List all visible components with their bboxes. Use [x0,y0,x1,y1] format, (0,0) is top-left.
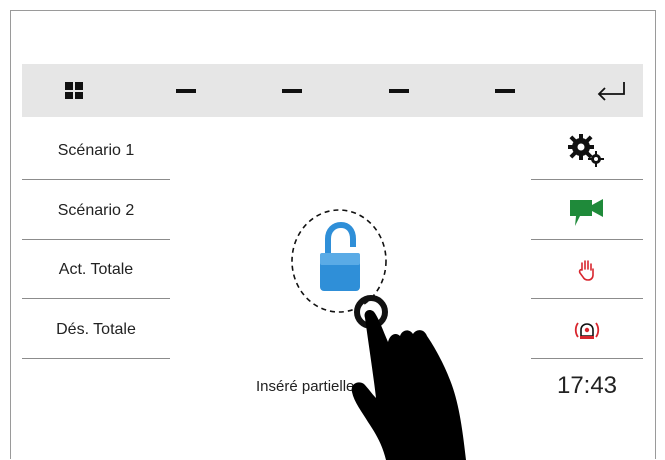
gears-icon [568,133,604,167]
alarm-siren-icon [574,321,600,339]
pointing-hand-icon [351,295,466,460]
clock: 17:43 [556,372,618,399]
menu-item-label: Act. Totale [58,260,134,278]
video-camera-icon [570,198,603,226]
top-toolbar [22,64,643,117]
dash-icon [389,88,409,93]
alarm-button[interactable] [531,301,643,359]
dash-icon [282,88,302,93]
back-button[interactable] [582,64,642,117]
hand-stop-icon [578,259,594,281]
menu-item-label: Scénario 1 [57,141,135,159]
menu-item-scenario-2[interactable]: Scénario 2 [22,182,170,240]
dash-icon [176,88,196,93]
return-arrow-icon [597,81,625,101]
toolbar-slot-3[interactable] [369,64,429,117]
settings-button[interactable] [531,122,643,180]
menu-item-act-totale[interactable]: Act. Totale [22,241,170,299]
menu-item-label: Scénario 2 [57,201,135,219]
dash-icon [495,88,515,93]
menu-item-scenario-1[interactable]: Scénario 1 [22,122,170,180]
stop-button[interactable] [531,241,643,299]
menu-item-label: Dés. Totale [56,320,136,338]
toolbar-slot-1[interactable] [156,64,216,117]
grid-icon [65,82,83,99]
toolbar-slot-4[interactable] [475,64,535,117]
toolbar-slot-2[interactable] [262,64,322,117]
menu-item-des-totale[interactable]: Dés. Totale [22,301,170,359]
video-button[interactable] [531,182,643,240]
grid-menu-button[interactable] [44,64,104,117]
